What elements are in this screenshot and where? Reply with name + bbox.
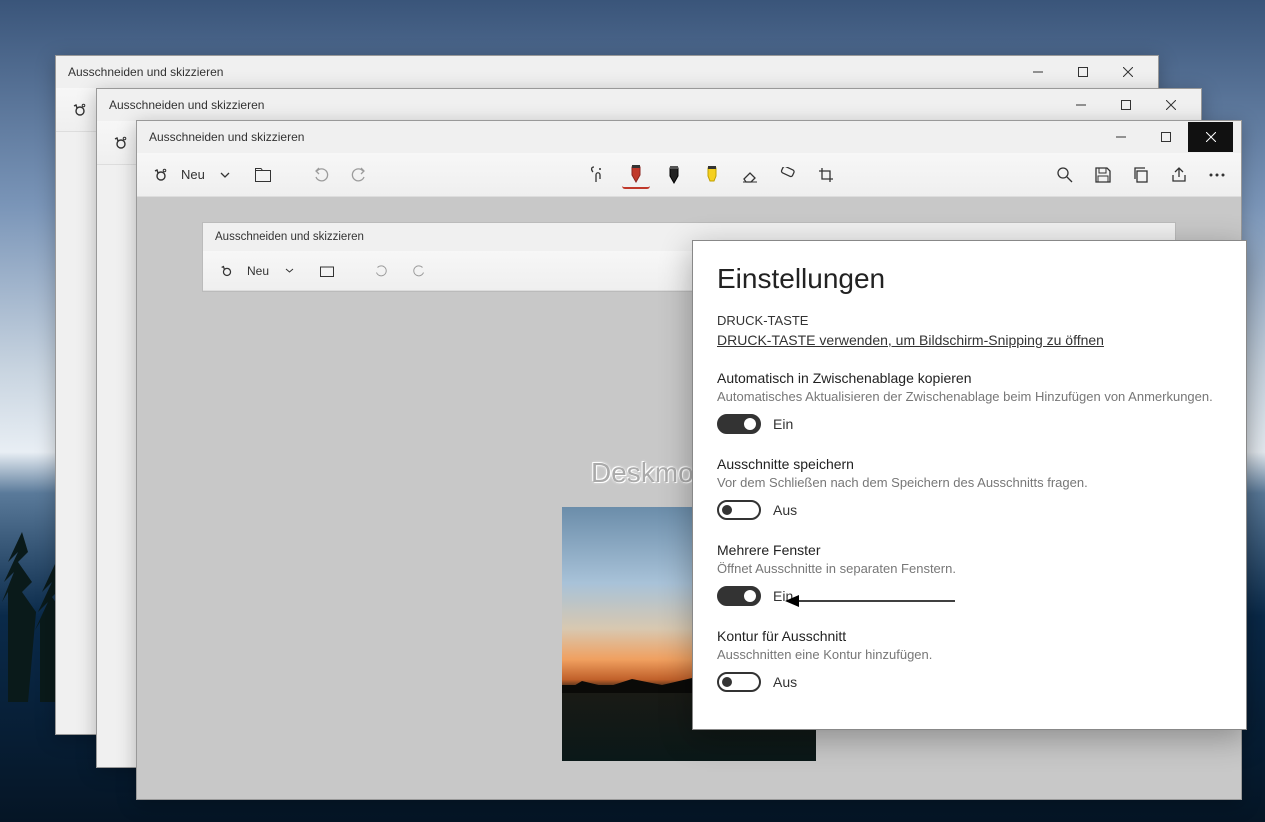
close-button[interactable] (1105, 57, 1150, 87)
window-title: Ausschneiden und skizzieren (145, 130, 1098, 144)
new-snip-icon[interactable] (107, 129, 135, 157)
clipboard-desc: Automatisches Aktualisieren der Zwischen… (717, 389, 1222, 404)
undo-icon (367, 257, 395, 285)
eraser-icon[interactable] (736, 161, 764, 189)
titlebar: Ausschneiden und skizzieren (137, 121, 1241, 153)
open-file-icon (313, 257, 341, 285)
highlighter-icon[interactable] (698, 161, 726, 189)
settings-heading: Einstellungen (717, 263, 1222, 295)
minimize-button[interactable] (1098, 122, 1143, 152)
maximize-button[interactable] (1103, 90, 1148, 120)
outline-state: Aus (773, 674, 797, 690)
save-snips-state: Aus (773, 502, 797, 518)
minimize-button[interactable] (1015, 57, 1060, 87)
undo-icon[interactable] (307, 161, 335, 189)
share-icon[interactable] (1165, 161, 1193, 189)
save-snips-title: Ausschnitte speichern (717, 456, 1222, 472)
clipboard-toggle[interactable] (717, 414, 761, 434)
multi-window-desc: Öffnet Ausschnitte in separaten Fenstern… (717, 561, 1222, 576)
open-file-icon[interactable] (249, 161, 277, 189)
titlebar: Ausschneiden und skizzieren (97, 89, 1201, 121)
print-key-caption: DRUCK-TASTE (717, 313, 1222, 328)
new-snip-icon[interactable] (66, 96, 94, 124)
copy-icon[interactable] (1127, 161, 1155, 189)
save-icon[interactable] (1089, 161, 1117, 189)
save-snips-desc: Vor dem Schließen nach dem Speichern des… (717, 475, 1222, 490)
close-button[interactable] (1148, 90, 1193, 120)
outline-title: Kontur für Ausschnitt (717, 628, 1222, 644)
window-title: Ausschneiden und skizzieren (105, 98, 1058, 112)
chevron-down-icon[interactable] (211, 161, 239, 189)
touch-writing-icon[interactable] (584, 161, 612, 189)
redo-icon[interactable] (345, 161, 373, 189)
multi-window-state: Ein (773, 588, 793, 604)
more-icon[interactable] (1203, 161, 1231, 189)
inner-new-label: Neu (243, 264, 273, 278)
multi-window-title: Mehrere Fenster (717, 542, 1222, 558)
crop-icon[interactable] (812, 161, 840, 189)
close-button[interactable] (1188, 122, 1233, 152)
print-key-link[interactable]: DRUCK-TASTE verwenden, um Bildschirm-Sni… (717, 332, 1104, 348)
maximize-button[interactable] (1143, 122, 1188, 152)
clipboard-state: Ein (773, 416, 793, 432)
titlebar: Ausschneiden und skizzieren (56, 56, 1158, 88)
multi-window-toggle[interactable] (717, 586, 761, 606)
minimize-button[interactable] (1058, 90, 1103, 120)
new-snip-icon[interactable] (147, 161, 175, 189)
new-button-label[interactable]: Neu (177, 167, 209, 182)
save-snips-toggle[interactable] (717, 500, 761, 520)
outline-desc: Ausschnitten eine Kontur hinzufügen. (717, 647, 1222, 662)
zoom-icon[interactable] (1051, 161, 1079, 189)
ballpoint-pen-icon[interactable] (622, 161, 650, 189)
outline-toggle[interactable] (717, 672, 761, 692)
pencil-icon[interactable] (660, 161, 688, 189)
chevron-down-icon (275, 257, 303, 285)
clipboard-title: Automatisch in Zwischenablage kopieren (717, 370, 1222, 386)
redo-icon (405, 257, 433, 285)
new-snip-icon (213, 257, 241, 285)
window-title: Ausschneiden und skizzieren (64, 65, 1015, 79)
settings-panel: Einstellungen DRUCK-TASTE DRUCK-TASTE ve… (692, 240, 1247, 730)
main-toolbar: Neu (137, 153, 1241, 197)
ruler-icon[interactable] (774, 161, 802, 189)
maximize-button[interactable] (1060, 57, 1105, 87)
